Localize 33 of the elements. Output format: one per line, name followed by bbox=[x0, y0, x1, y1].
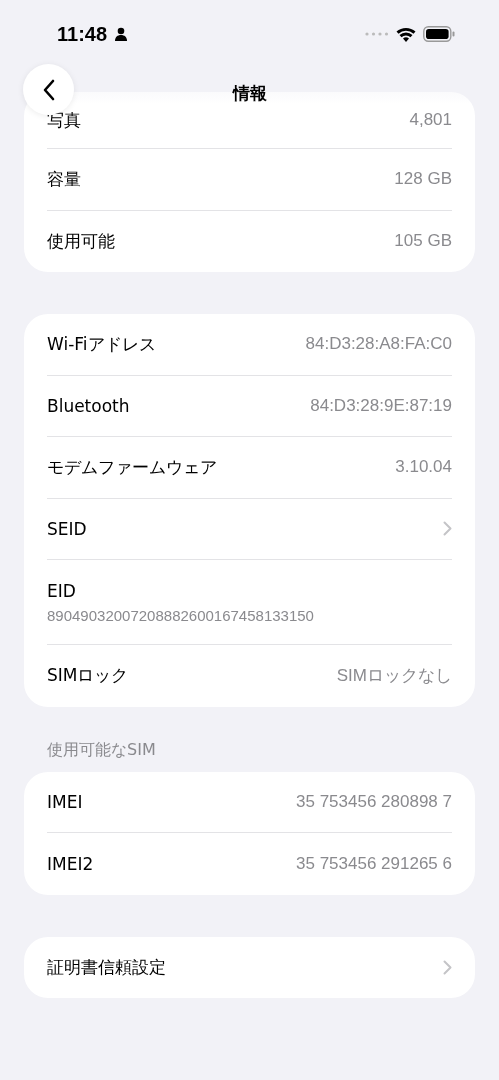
row-label: モデムファームウェア bbox=[47, 455, 217, 479]
row-value: 89049032007208882600167458133150 bbox=[47, 606, 314, 624]
status-time: 11:48 bbox=[57, 22, 108, 46]
chevron-icon bbox=[443, 521, 452, 537]
wifi-icon bbox=[396, 26, 416, 42]
row-value: SIMロックなし bbox=[336, 665, 452, 688]
person-icon bbox=[114, 27, 129, 41]
row-label: 証明書信頼設定 bbox=[47, 955, 166, 979]
row-value: 35 753456 280898 7 bbox=[296, 791, 452, 812]
row-label: 使用可能 bbox=[47, 229, 115, 253]
chevron-icon bbox=[443, 959, 452, 975]
settings-row[interactable]: SEID bbox=[47, 498, 452, 560]
battery-icon bbox=[423, 26, 455, 42]
settings-row[interactable]: 証明書信頼設定 bbox=[47, 936, 452, 998]
nav-title: 情報 bbox=[231, 82, 268, 105]
section-header: 使用可能なSIM bbox=[46, 739, 157, 761]
row-label: SEID bbox=[47, 518, 87, 539]
row-value: 128 GB bbox=[394, 169, 452, 190]
row-label: 容量 bbox=[47, 167, 81, 191]
row-value: 3.10.04 bbox=[395, 457, 452, 478]
row-label: IMEI bbox=[47, 791, 83, 812]
signal-icon bbox=[365, 32, 389, 36]
row-value: 84:D3:28:A8:FA:C0 bbox=[305, 334, 452, 355]
row-value: 35 753456 291265 6 bbox=[296, 853, 452, 874]
row-label: Bluetooth bbox=[47, 395, 130, 416]
row-value: 84:D3:28:9E:87:19 bbox=[310, 395, 452, 416]
back-icon bbox=[41, 77, 56, 102]
row-label: EID bbox=[47, 580, 76, 601]
row-label: SIMロック bbox=[47, 664, 129, 688]
row-value: 105 GB bbox=[394, 231, 452, 252]
row-value: 4,801 bbox=[409, 110, 452, 130]
row-label: IMEI2 bbox=[47, 853, 94, 874]
row-label: Wi-Fiアドレス bbox=[47, 332, 156, 356]
